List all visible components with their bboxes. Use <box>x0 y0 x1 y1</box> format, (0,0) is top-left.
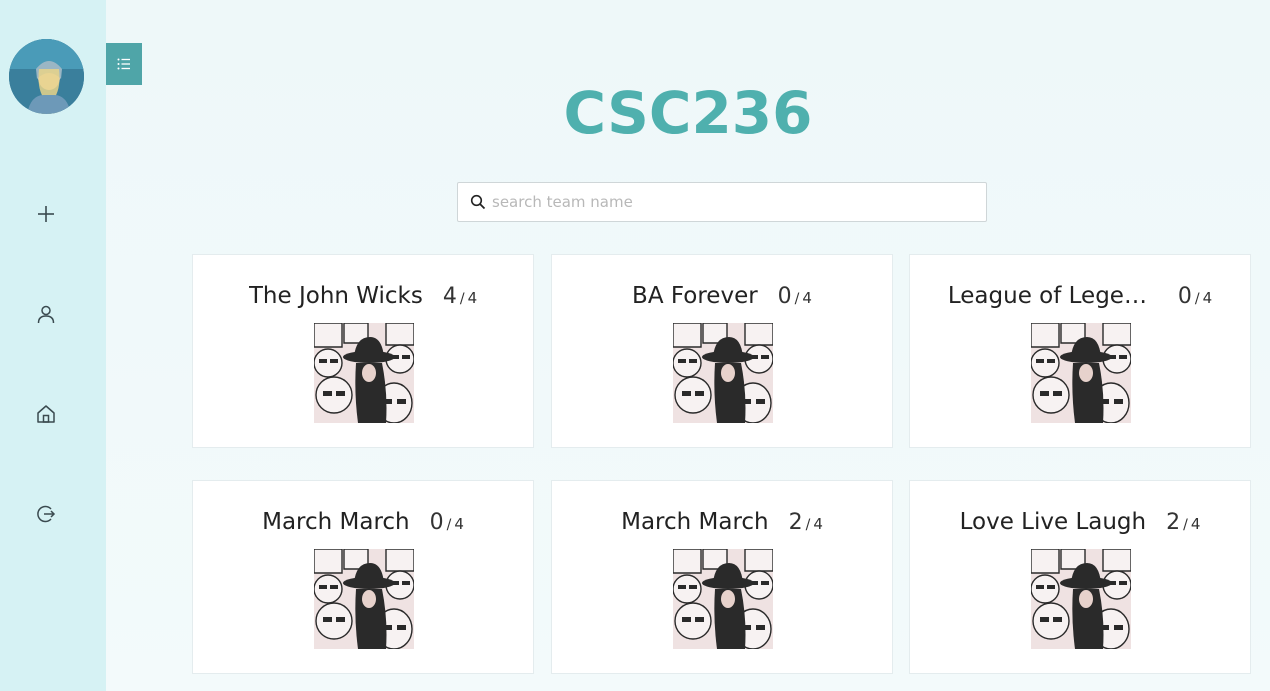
user-icon <box>37 305 55 324</box>
list-icon <box>117 58 130 70</box>
main-content: CSC236 The John Wicks 4/4 BA Forever <box>106 0 1270 691</box>
member-count: 2/4 <box>1166 510 1201 535</box>
team-name: BA Forever <box>632 283 758 309</box>
logout-icon <box>37 505 56 523</box>
plus-icon <box>38 206 54 222</box>
team-image <box>673 323 773 423</box>
team-image <box>1031 323 1131 423</box>
team-name: League of Legen... <box>947 283 1158 309</box>
logout-button[interactable] <box>28 496 64 532</box>
team-card[interactable]: March March 0/4 <box>192 480 534 674</box>
search-bar[interactable] <box>457 182 987 222</box>
team-image <box>314 323 414 423</box>
sidebar <box>0 0 106 691</box>
search-icon <box>470 194 486 210</box>
team-image <box>314 549 414 649</box>
team-name: March March <box>262 509 410 535</box>
member-count: 0/4 <box>777 284 812 309</box>
team-card[interactable]: The John Wicks 4/4 <box>192 254 534 448</box>
member-count: 2/4 <box>788 510 823 535</box>
avatar-image <box>9 39 84 114</box>
team-name: March March <box>621 509 769 535</box>
member-count: 0/4 <box>1177 284 1213 309</box>
add-team-button[interactable] <box>28 196 64 232</box>
member-count: 4/4 <box>442 284 478 309</box>
home-icon <box>37 405 55 423</box>
team-name: The John Wicks <box>248 283 423 309</box>
team-card[interactable]: March March 2/4 <box>551 480 893 674</box>
team-image <box>673 549 773 649</box>
team-name: Love Live Laugh <box>959 509 1147 535</box>
search-input[interactable] <box>492 193 972 211</box>
team-card[interactable]: Love Live Laugh 2/4 <box>909 480 1251 674</box>
home-button[interactable] <box>28 396 64 432</box>
team-card[interactable]: BA Forever 0/4 <box>551 254 893 448</box>
sidebar-toggle-button[interactable] <box>106 43 142 85</box>
profile-button[interactable] <box>28 296 64 332</box>
team-card[interactable]: League of Legen... 0/4 <box>909 254 1251 448</box>
avatar[interactable] <box>9 39 84 114</box>
page-title: CSC236 <box>563 79 813 147</box>
member-count: 0/4 <box>429 510 464 535</box>
team-image <box>1031 549 1131 649</box>
